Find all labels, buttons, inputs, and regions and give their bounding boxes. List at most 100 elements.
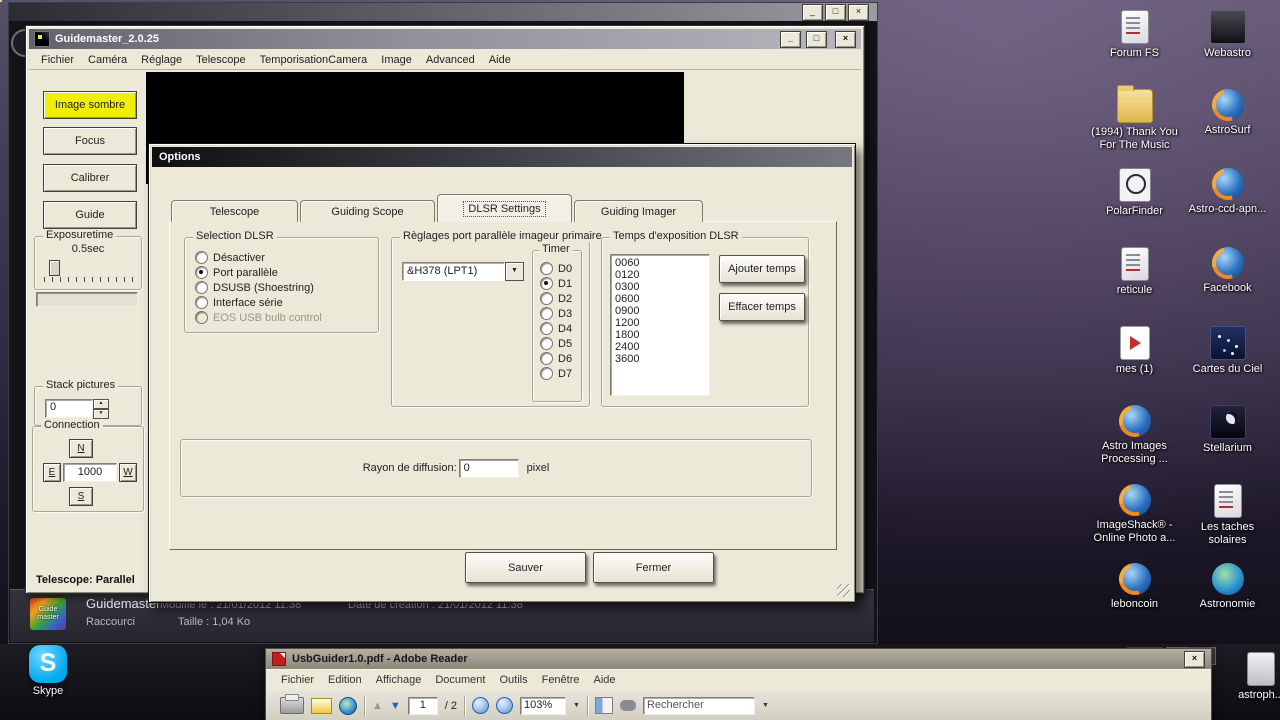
desktop-icon-astro-images-processing[interactable]: Astro Images Processing ... [1090,405,1180,484]
menu-camera[interactable]: Caméra [81,54,134,66]
west-button[interactable]: W [119,463,137,482]
maximize-icon[interactable]: □ [825,3,846,21]
exposure-times-listbox[interactable]: 0060 0120 0300 0600 0900 1200 1800 2400 … [610,254,710,396]
close-icon[interactable]: × [835,30,856,48]
ajouter-temps-button[interactable]: Ajouter temps [719,255,805,283]
guide-button[interactable]: Guide [43,201,137,229]
diffusion-input[interactable]: 0 [458,458,519,478]
exposure-slider[interactable] [49,260,60,276]
menu-image[interactable]: Image [374,54,419,66]
list-item[interactable]: 0060 [615,257,709,269]
desktop-icon-astrosurf[interactable]: AstroSurf [1183,89,1273,168]
radio-d0[interactable]: D0 [540,261,581,276]
desktop-icon-cartes-du-ciel[interactable]: Cartes du Ciel [1183,326,1273,405]
tab-guiding-scope[interactable]: Guiding Scope [300,200,435,222]
desktop-icon-astroph[interactable]: astroph... [1234,652,1280,702]
menu-document[interactable]: Document [428,674,492,686]
previous-page-icon[interactable]: ▲ [372,700,383,712]
list-item[interactable]: 3600 [615,353,709,365]
radio-d6[interactable]: D6 [540,351,581,366]
stack-up-icon[interactable]: ▲ [93,399,109,409]
radio-d4[interactable]: D4 [540,321,581,336]
radio-dsusb[interactable]: DSUSB (Shoestring) [195,280,378,295]
menu-temporisationcamera[interactable]: TemporisationCamera [253,54,375,66]
maximize-icon[interactable]: □ [806,30,827,48]
menu-edition[interactable]: Edition [321,674,369,686]
resize-grip[interactable] [837,584,850,597]
radio-port-parallele[interactable]: Port parallèle [195,265,378,280]
list-item[interactable]: 1800 [615,329,709,341]
desktop-icon-imageshack[interactable]: ImageShack® - Online Photo a... [1090,484,1180,563]
menu-reglage[interactable]: Réglage [134,54,189,66]
search-input[interactable]: Rechercher [642,696,755,715]
list-item[interactable]: 0900 [615,305,709,317]
menu-outils[interactable]: Outils [492,674,534,686]
radio-d2[interactable]: D2 [540,291,581,306]
desktop-icon-polarfinder[interactable]: PolarFinder [1090,168,1180,247]
list-item[interactable]: 0120 [615,269,709,281]
guide-speed-input[interactable]: 1000 [63,463,117,482]
page-number-input[interactable]: 1 [407,696,438,715]
email-icon[interactable] [311,697,332,714]
radio-d7[interactable]: D7 [540,366,581,381]
minimize-icon[interactable]: _ [802,3,823,21]
stack-down-icon[interactable]: ▼ [93,409,109,419]
desktop-icon-facebook[interactable]: Facebook [1183,247,1273,326]
tab-telescope[interactable]: Telescope [171,200,298,222]
calibrer-button[interactable]: Calibrer [43,164,137,192]
desktop-icon-webastro[interactable]: Webastro [1183,10,1273,89]
image-sombre-button[interactable]: Image sombre [43,91,137,119]
menu-aide[interactable]: Aide [482,54,518,66]
list-item[interactable]: 0600 [615,293,709,305]
minimize-icon[interactable]: _ [780,30,801,48]
radio-d5[interactable]: D5 [540,336,581,351]
focus-button[interactable]: Focus [43,127,137,155]
close-icon[interactable]: × [1184,650,1205,668]
menu-aide[interactable]: Aide [587,674,623,686]
print-icon[interactable] [280,694,304,714]
tab-dlsr-settings[interactable]: DLSR Settings [437,194,572,222]
menu-fenetre[interactable]: Fenêtre [535,674,587,686]
web-icon[interactable] [339,696,357,715]
sauver-button[interactable]: Sauver [465,552,586,583]
effacer-temps-button[interactable]: Effacer temps [719,293,805,321]
options-titlebar[interactable]: Options [152,147,852,167]
fermer-button[interactable]: Fermer [593,552,714,583]
north-button[interactable]: N [69,439,93,458]
desktop-icon-astro-ccd-apn[interactable]: Astro-ccd-apn... [1183,168,1273,247]
tab-guiding-imager[interactable]: Guiding Imager [574,200,703,222]
actual-size-icon[interactable] [472,697,490,714]
list-item[interactable]: 0300 [615,281,709,293]
menu-affichage[interactable]: Affichage [369,674,429,686]
guidemaster-titlebar[interactable]: Guidemaster_2.0.25 _ □ × [29,29,861,49]
east-button[interactable]: E [43,463,61,482]
list-item[interactable]: 2400 [615,341,709,353]
zoom-level-input[interactable]: 103% [520,696,567,715]
desktop-icon-mes-1[interactable]: mes (1) [1090,326,1180,405]
stack-count-input[interactable]: 0 [45,399,93,418]
close-icon[interactable]: × [848,3,869,21]
menu-advanced[interactable]: Advanced [419,54,482,66]
guidemaster-file-icon[interactable]: Guide master [30,598,66,630]
menu-telescope[interactable]: Telescope [189,54,253,66]
desktop-icon-forum-fs[interactable]: Forum FS [1090,10,1180,89]
desktop-icon-astronomie[interactable]: Astronomie [1183,563,1273,642]
zoom-dropdown-icon[interactable]: ▼ [573,702,580,709]
menu-fichier[interactable]: Fichier [34,54,81,66]
radio-desactiver[interactable]: Désactiver [195,250,378,265]
next-page-icon[interactable]: ▼ [390,700,401,712]
desktop-icon-folder-music[interactable]: (1994) Thank You For The Music [1090,85,1180,168]
search-icon[interactable] [619,700,636,711]
radio-d1[interactable]: D1 [540,276,581,291]
desktop-icon-reticule[interactable]: reticule [1090,247,1180,326]
explorer-titlebar[interactable]: _ □ × [9,3,877,21]
lpt-port-combobox[interactable]: &H378 (LPT1) ▼ [402,262,524,281]
radio-interface-serie[interactable]: Interface série [195,295,378,310]
desktop-icon-taches-solaires[interactable]: Les taches solaires [1183,484,1273,563]
south-button[interactable]: S [69,487,93,506]
chevron-down-icon[interactable]: ▼ [505,262,524,281]
radio-d3[interactable]: D3 [540,306,581,321]
desktop-icon-stellarium[interactable]: Stellarium [1183,405,1273,484]
pages-panel-icon[interactable] [594,697,613,714]
desktop-icon-skype[interactable]: S Skype [24,645,72,698]
